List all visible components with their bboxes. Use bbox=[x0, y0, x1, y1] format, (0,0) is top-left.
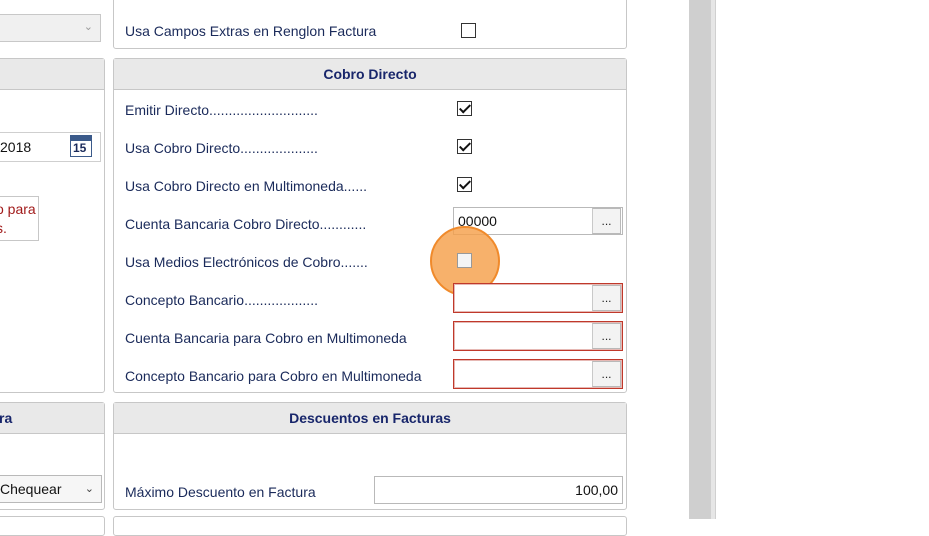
concepto-bancario-label: Concepto Bancario................... bbox=[125, 292, 318, 308]
concepto-multimoneda-lookup-button[interactable]: ... bbox=[592, 361, 621, 387]
left-footer-panel bbox=[0, 516, 105, 536]
chevron-down-icon: ⌄ bbox=[84, 483, 94, 495]
left-top-select[interactable]: ⌄ bbox=[0, 14, 101, 42]
usa-cobro-directo-label: Usa Cobro Directo.................... bbox=[125, 140, 318, 156]
left-error-box: o para s. bbox=[0, 196, 39, 241]
maximo-descuento-value: 100,00 bbox=[575, 482, 618, 498]
maximo-descuento-label: Máximo Descuento en Factura bbox=[125, 484, 316, 500]
calendar-icon[interactable]: 15 bbox=[70, 135, 92, 157]
left-error-line2: s. bbox=[0, 220, 7, 236]
usa-cobro-directo-checkbox[interactable] bbox=[457, 139, 472, 154]
usa-cobro-multimoneda-checkbox[interactable] bbox=[457, 177, 472, 192]
cobro-directo-panel: Cobro Directo Emitir Directo............… bbox=[113, 58, 627, 393]
left-middle-panel-header bbox=[0, 59, 104, 90]
right-side-area bbox=[689, 0, 929, 519]
window-edge bbox=[715, 0, 716, 519]
calendar-day: 15 bbox=[73, 141, 87, 155]
usa-campos-extras-checkbox[interactable] bbox=[461, 23, 476, 38]
medios-electronicos-label: Usa Medios Electrónicos de Cobro....... bbox=[125, 254, 368, 270]
emitir-directo-label: Emitir Directo..........................… bbox=[125, 102, 318, 118]
concepto-bancario-lookup-button[interactable]: ... bbox=[592, 285, 621, 311]
top-settings-panel: Usa Campos Extras en Renglon Factura bbox=[113, 0, 627, 49]
medios-electronicos-checkbox[interactable] bbox=[457, 253, 472, 268]
left-bottom-select[interactable]: Chequear ⌄ bbox=[0, 475, 102, 503]
cuenta-bancaria-lookup-button[interactable]: ... bbox=[592, 208, 621, 234]
left-select-value: Chequear bbox=[0, 481, 62, 497]
left-bottom-panel: ra Chequear ⌄ bbox=[0, 402, 105, 510]
cuenta-multimoneda-lookup-button[interactable]: ... bbox=[592, 323, 621, 349]
vertical-scrollbar[interactable] bbox=[689, 0, 711, 519]
concepto-multimoneda-label: Concepto Bancario para Cobro en Multimon… bbox=[125, 368, 422, 384]
chevron-down-icon: ⌄ bbox=[83, 21, 93, 33]
descuentos-header: Descuentos en Facturas bbox=[114, 403, 626, 434]
descuentos-panel: Descuentos en Facturas Máximo Descuento … bbox=[113, 402, 627, 510]
emitir-directo-checkbox[interactable] bbox=[457, 101, 472, 116]
maximo-descuento-field[interactable]: 100,00 bbox=[374, 476, 623, 504]
usa-campos-extras-label: Usa Campos Extras en Renglon Factura bbox=[125, 23, 377, 39]
left-middle-panel: 2018 15 o para s. bbox=[0, 58, 105, 393]
left-error-line1: o para bbox=[0, 201, 36, 217]
cobro-directo-title: Cobro Directo bbox=[323, 66, 417, 82]
cuenta-bancaria-label: Cuenta Bancaria Cobro Directo...........… bbox=[125, 216, 367, 232]
bottom-next-panel bbox=[113, 516, 627, 536]
left-bottom-header-text: ra bbox=[0, 410, 13, 426]
descuentos-title: Descuentos en Facturas bbox=[289, 410, 451, 426]
left-bottom-panel-header: ra bbox=[0, 403, 104, 434]
left-date-text: 2018 bbox=[0, 139, 32, 155]
cobro-directo-header: Cobro Directo bbox=[114, 59, 626, 90]
cuenta-multimoneda-label: Cuenta Bancaria para Cobro en Multimoned… bbox=[125, 330, 407, 346]
usa-cobro-multimoneda-label: Usa Cobro Directo en Multimoneda...... bbox=[125, 178, 367, 194]
